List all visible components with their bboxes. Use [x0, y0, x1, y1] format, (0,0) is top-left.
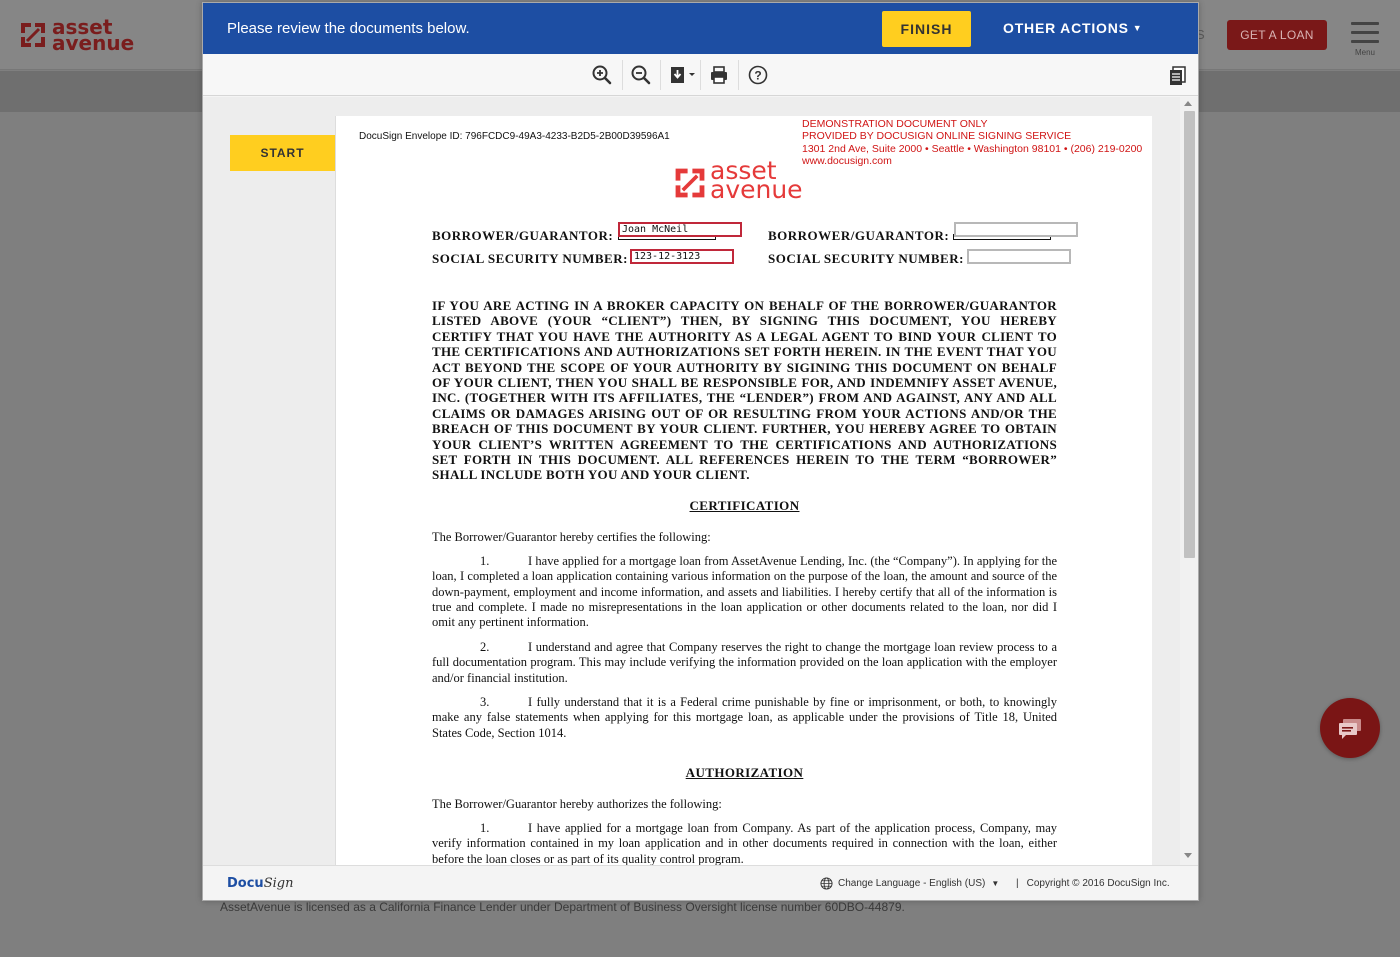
borrower2-ssn-field[interactable] [967, 249, 1071, 264]
document-page: DocuSign Envelope ID: 796FCDC9-49A3-4233… [335, 116, 1152, 865]
hamburger-icon-bar [1351, 31, 1379, 34]
document-logo: asset avenue [672, 158, 822, 204]
change-language-dropdown[interactable]: Change Language - English (US) ▼ [820, 877, 999, 890]
toolbar-divider [700, 60, 701, 90]
docusign-logo-sign: Sign [263, 876, 294, 891]
borrower1-name-field[interactable]: Joan McNeil [618, 222, 742, 237]
zoom-out-icon[interactable] [630, 64, 652, 86]
menu-label: Menu [1354, 48, 1375, 57]
copyright: | Copyright © 2016 DocuSign Inc. [1016, 878, 1170, 889]
toolbar-divider [622, 60, 623, 90]
zoom-in-icon[interactable] [591, 64, 613, 86]
chat-button[interactable] [1320, 698, 1380, 758]
docusign-logo-docu: Docu [227, 876, 264, 891]
borrower1-ssn-field[interactable]: 123-12-3123 [630, 249, 734, 264]
asset-avenue-logo-mark-icon [21, 23, 45, 47]
site-logo-bottom: avenue [52, 31, 135, 55]
print-icon[interactable] [708, 64, 730, 86]
cert-item-3: 3. I fully understand that it is a Federa… [432, 695, 1057, 741]
svg-text:?: ? [754, 69, 761, 83]
start-button[interactable]: START [230, 135, 335, 171]
item-number: 3. [480, 695, 490, 709]
hamburger-icon-bar [1351, 40, 1379, 43]
document-viewer[interactable]: START DocuSign Envelope ID: 796FCDC9-49A… [203, 97, 1198, 865]
review-message: Please review the documents below. [227, 20, 470, 37]
ssn-label: SOCIAL SECURITY NUMBER: [432, 251, 628, 266]
get-a-loan-button[interactable]: GET A LOAN [1227, 20, 1327, 50]
document-logo-bottom: avenue [710, 175, 803, 204]
auth-item-1: 1. I have applied for a mortgage loan fro… [432, 821, 1057, 865]
ssn2-label: SOCIAL SECURITY NUMBER: [768, 251, 964, 266]
toolbar-divider [660, 60, 661, 90]
authorization-heading: AUTHORIZATION [685, 765, 804, 780]
demo-line: PROVIDED BY DOCUSIGN ONLINE SIGNING SERV… [802, 130, 1072, 143]
envelope-id: DocuSign Envelope ID: 796FCDC9-49A3-4233… [359, 131, 670, 142]
demo-line: www.docusign.com [802, 155, 892, 168]
caret-down-icon: ▼ [1132, 23, 1143, 33]
finish-button[interactable]: FINISH [882, 11, 971, 47]
docusign-toolbar: ? [203, 54, 1198, 96]
cert-item-2: 2. I understand and agree that Company re… [432, 640, 1057, 686]
cert-item-1: 1. I have applied for a mortgage loan fro… [432, 554, 1057, 630]
borrower2-label: BORROWER/GUARANTOR: [768, 228, 950, 243]
docusign-footer: DocuSign Change Language - English (US) … [203, 865, 1198, 900]
documents-list-icon[interactable] [1169, 66, 1187, 86]
item-number: 1. [480, 554, 490, 568]
scroll-down-icon[interactable] [1184, 853, 1192, 858]
docusign-logo: DocuSign [227, 876, 293, 891]
scroll-up-icon[interactable] [1184, 101, 1192, 106]
demo-watermark: DEMONSTRATION DOCUMENT ONLY PROVIDED BY … [802, 118, 1142, 168]
help-icon[interactable]: ? [747, 64, 769, 86]
certification-intro: The Borrower/Guarantor hereby certifies … [432, 530, 711, 544]
chat-icon [1339, 719, 1361, 739]
scroll-thumb[interactable] [1184, 111, 1195, 558]
toolbar-divider [738, 60, 739, 90]
other-actions-menu[interactable]: OTHER ACTIONS ▼ [1003, 20, 1143, 36]
copyright-text: Copyright © 2016 DocuSign Inc. [1026, 878, 1170, 889]
site-license-text: AssetAvenue is licensed as a California … [220, 900, 905, 914]
caret-down-icon: ▼ [991, 879, 1000, 888]
item-number: 2. [480, 640, 490, 654]
docusign-header: Please review the documents below. FINIS… [203, 3, 1198, 54]
certification-heading: CERTIFICATION [689, 498, 800, 513]
vertical-scrollbar[interactable] [1180, 97, 1198, 865]
menu-button[interactable]: Menu [1349, 22, 1381, 58]
other-actions-label: OTHER ACTIONS [1003, 20, 1129, 36]
docusign-modal: Please review the documents below. FINIS… [202, 2, 1199, 901]
authorization-intro: The Borrower/Guarantor hereby authorizes… [432, 797, 722, 811]
demo-line: 1301 2nd Ave, Suite 2000 • Seattle • Was… [802, 142, 1143, 155]
borrower-label: BORROWER/GUARANTOR: [432, 228, 614, 243]
hamburger-icon [1351, 22, 1379, 25]
globe-icon [820, 877, 833, 890]
item-number: 1. [480, 821, 490, 835]
site-logo[interactable]: asset avenue [18, 17, 138, 55]
language-label: Change Language - English (US) [838, 878, 986, 889]
borrower2-name-field[interactable] [954, 222, 1078, 237]
asset-avenue-logo-mark-icon [675, 168, 705, 198]
demo-line: DEMONSTRATION DOCUMENT ONLY [802, 118, 988, 130]
download-icon[interactable] [668, 64, 698, 86]
broker-paragraph: IF YOU ARE ACTING IN A BROKER CAPACITY O… [432, 298, 1057, 483]
